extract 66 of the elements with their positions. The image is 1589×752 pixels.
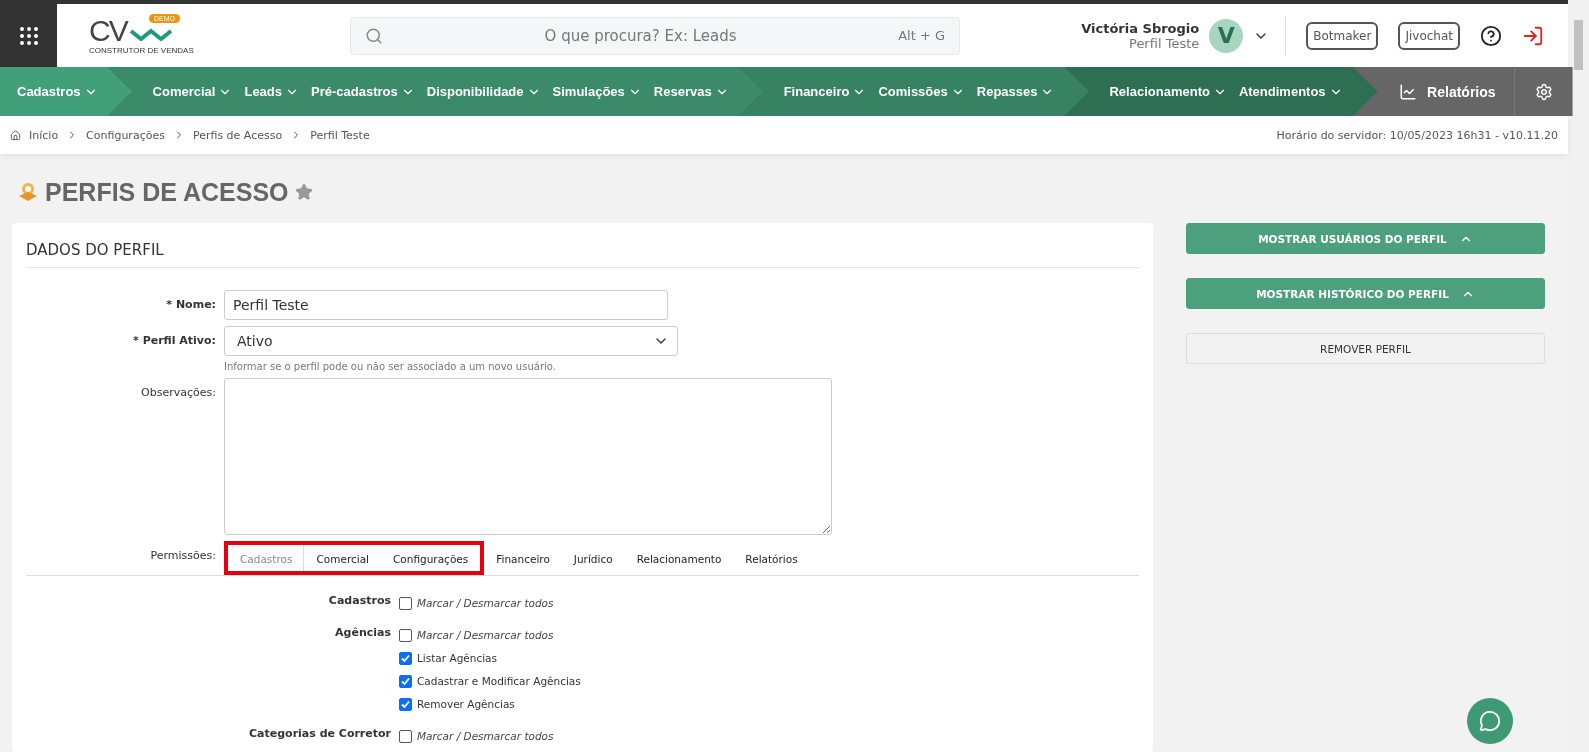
chat-bubble-icon [1479, 710, 1501, 732]
checkbox-label[interactable]: Marcar / Desmarcar todos [417, 597, 554, 609]
checkbox-label[interactable]: Remover Agências [417, 698, 515, 710]
chat-button[interactable] [1467, 698, 1513, 744]
section-title: DADOS DO PERFIL [26, 223, 1139, 268]
apps-menu-button[interactable] [0, 4, 57, 67]
permission-checkbox[interactable] [399, 674, 412, 688]
user-avatar[interactable]: V [1209, 18, 1244, 53]
select-all-checkbox[interactable] [399, 628, 412, 642]
select-all-checkbox[interactable] [399, 729, 412, 743]
field-label: Permissões: [149, 548, 216, 564]
nav-menu-item[interactable]: Financeiro [783, 84, 867, 99]
name-input-field[interactable]: Perfil Teste [224, 290, 668, 320]
breadcrumb-link[interactable]: Início [29, 128, 59, 142]
breadcrumb-link[interactable]: Configurações [86, 128, 165, 142]
logout-button[interactable] [1522, 24, 1544, 47]
user-name: Victória Sbrogio [1081, 20, 1200, 36]
permission-tab[interactable]: Configurações [381, 541, 485, 575]
home-icon [10, 129, 21, 141]
settings-icon [1534, 82, 1553, 101]
nav-menu-item[interactable]: Atendimentos [1238, 84, 1343, 99]
integration-button[interactable]: Jivochat [1398, 21, 1460, 50]
permission-group-label: Agências [334, 625, 391, 641]
search-field[interactable]: O que procura? Ex: Leads Alt + G [350, 16, 960, 55]
line-chart-icon [1399, 82, 1418, 101]
field-label: Observações: [140, 385, 216, 401]
active-select-field[interactable]: Ativo [224, 326, 678, 356]
field-label: * Perfil Ativo: [132, 333, 216, 349]
remove-button[interactable]: REMOVER PERFIL [1186, 333, 1545, 364]
nav-menu-item[interactable]: Disponibilidade [426, 84, 541, 99]
checkbox-label[interactable]: Cadastrar e Modificar Agências [417, 675, 581, 687]
permission-tab[interactable]: Comercial [304, 541, 381, 575]
logout-icon [1522, 24, 1544, 47]
checkbox-label[interactable]: Marcar / Desmarcar todos [417, 730, 554, 742]
nav-menu-item[interactable]: Simulações [552, 84, 642, 99]
nav-menu-item[interactable]: Leads [244, 84, 300, 99]
nav-menu-item[interactable]: Repasses [976, 84, 1055, 99]
server-time: Horário do servidor: 10/05/2023 16h31 - v10.11.20 [1276, 128, 1558, 142]
checkbox-label[interactable]: Marcar / Desmarcar todos [417, 629, 554, 641]
checkbox-label[interactable]: Listar Agências [417, 652, 497, 664]
nav-menu-item[interactable]: Reservas [653, 84, 729, 99]
wave-logo-icon [129, 26, 173, 41]
permission-tab[interactable]: Cadastros [224, 541, 305, 575]
favorite-star-icon[interactable] [294, 183, 313, 201]
integration-button[interactable]: Botmaker [1306, 21, 1379, 50]
permission-checkbox[interactable] [399, 651, 412, 665]
breadcrumb-link[interactable]: Perfil Teste [310, 128, 370, 142]
permission-group-label: Cadastros [327, 593, 391, 609]
help-button[interactable] [1480, 24, 1502, 47]
select-all-checkbox[interactable] [399, 596, 412, 610]
search-input-field[interactable]: O que procura? Ex: Leads [383, 16, 899, 55]
nav-menu-item[interactable]: Pré-cadastros [311, 84, 415, 99]
field-label: * Nome: [165, 297, 216, 313]
help-text: Informar se o perfil pode ou não ser associado a um novo usuário. [224, 361, 557, 372]
search-icon [365, 26, 383, 45]
permission-group-label: Categorias de Corretor [248, 726, 391, 742]
nav-menu-item[interactable]: Comercial [152, 84, 233, 99]
nav-menu-item[interactable]: Comissões [878, 84, 965, 99]
permission-checkbox[interactable] [399, 697, 412, 711]
user-profile: Perfil Teste [1129, 35, 1200, 51]
help-icon [1480, 24, 1502, 47]
shortcut-hint: Alt + G [898, 28, 945, 43]
notes-input-field[interactable] [224, 378, 832, 535]
nav-menu-item[interactable]: Relacionamento [1109, 84, 1227, 99]
page-title: PERFIS DE ACESSO [45, 177, 289, 207]
breadcrumb-link[interactable]: Perfis de Acesso [192, 128, 283, 142]
